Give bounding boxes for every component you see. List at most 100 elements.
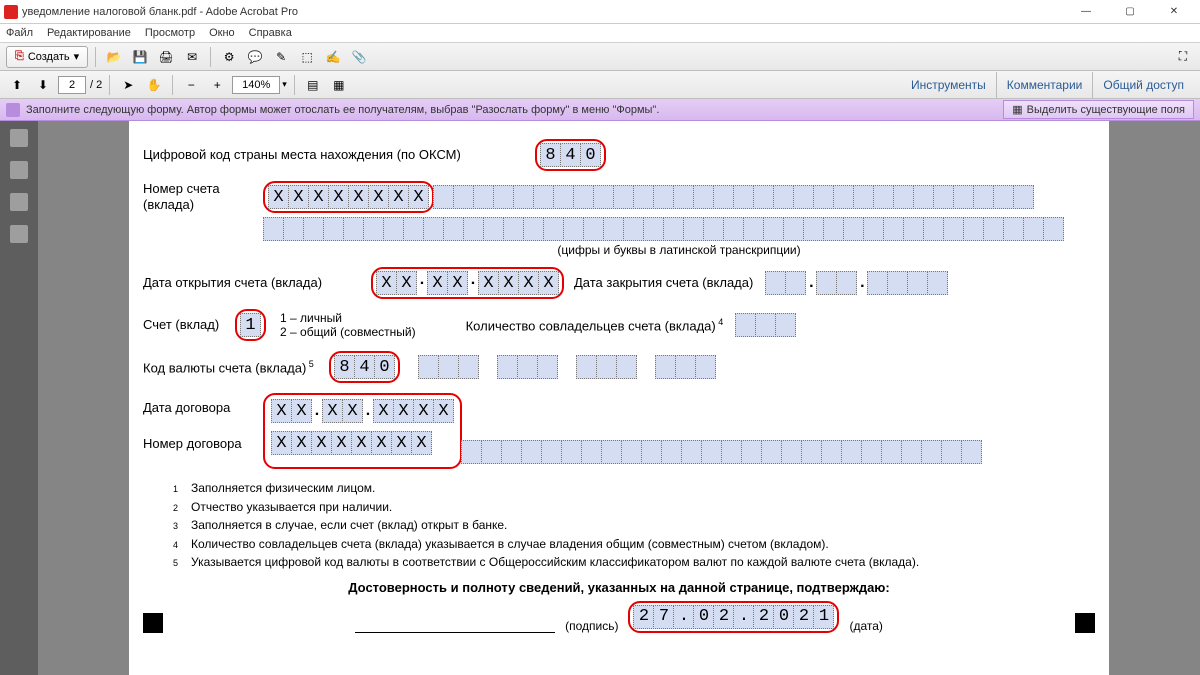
black-marker-left — [143, 613, 163, 633]
create-label: Создать — [28, 51, 70, 63]
close-date-year[interactable] — [867, 271, 948, 295]
create-button[interactable]: ⎘ Создать ▾ — [6, 46, 88, 68]
page-input[interactable] — [58, 76, 86, 94]
zoom-input[interactable] — [232, 76, 280, 94]
minimize-button[interactable]: — — [1064, 1, 1108, 23]
close-date-day[interactable] — [765, 271, 806, 295]
date-highlight: 27.02.2021 — [628, 601, 839, 633]
account-hint: (цифры и буквы в латинской транскрипции) — [263, 243, 1095, 257]
type-hints: 1 – личный 2 – общий (совместный) — [280, 311, 416, 340]
gear-icon[interactable]: ⚙ — [218, 46, 240, 68]
zoom-out-icon[interactable]: − — [180, 74, 202, 96]
open-date-month[interactable]: XX — [427, 271, 468, 295]
fit-page-icon[interactable]: ▤ — [302, 74, 324, 96]
contract-date-month[interactable]: XX — [322, 399, 363, 423]
open-date-day[interactable]: XX — [376, 271, 417, 295]
account-field-tail[interactable] — [433, 185, 1034, 209]
attachments-icon[interactable] — [10, 193, 28, 211]
type-hint-2: 2 – общий (совместный) — [280, 325, 416, 339]
country-code-highlight: 840 — [535, 139, 606, 171]
select-icon[interactable]: ➤ — [117, 74, 139, 96]
signatures-icon[interactable] — [10, 225, 28, 243]
open-date-year[interactable]: XXXX — [478, 271, 559, 295]
account-label: Номер счета (вклада) — [143, 181, 263, 212]
type-field[interactable]: 1 — [240, 313, 261, 337]
footnote-4: Количество совладельцев счета (вклада) у… — [191, 535, 829, 554]
contract-date-day[interactable]: XX — [271, 399, 312, 423]
comment-icon[interactable]: 💬 — [244, 46, 266, 68]
tab-tools[interactable]: Инструменты — [901, 72, 996, 98]
signature-row: (подпись) 27.02.2021 (дата) — [143, 601, 1095, 633]
contract-num-tail[interactable] — [461, 440, 982, 464]
menu-edit[interactable]: Редактирование — [47, 27, 131, 39]
signature-icon[interactable]: ✍ — [322, 46, 344, 68]
close-date-month[interactable] — [816, 271, 857, 295]
menu-help[interactable]: Справка — [249, 27, 292, 39]
currency-field4[interactable] — [576, 355, 637, 379]
footnote-1: Заполняется физическим лицом. — [191, 479, 375, 498]
mail-icon[interactable]: ✉ — [181, 46, 203, 68]
signature-date-field[interactable]: 27.02.2021 — [633, 605, 834, 629]
form-info-bar: Заполните следующую форму. Автор формы м… — [0, 99, 1200, 121]
window-title: уведомление налоговой бланк.pdf - Adobe … — [22, 6, 1064, 18]
toolbar: ⎘ Создать ▾ 📂 💾 🖨 ✉ ⚙ 💬 ✎ ⬚ ✍ 📎 ⛶ — [0, 43, 1200, 71]
menu-window[interactable]: Окно — [209, 27, 235, 39]
save-icon[interactable]: 💾 — [129, 46, 151, 68]
currency-field2[interactable] — [418, 355, 479, 379]
highlight-label: Выделить существующие поля — [1027, 104, 1185, 116]
nav-up-icon[interactable]: ⬆ — [6, 74, 28, 96]
account-field-row2[interactable] — [263, 217, 1064, 241]
close-date-label: Дата закрытия счета (вклада) — [574, 275, 753, 291]
print-icon[interactable]: 🖨 — [155, 46, 177, 68]
form-info-icon — [6, 103, 20, 117]
fit-width-icon[interactable]: ▦ — [328, 74, 350, 96]
footnote-5: Указывается цифровой код валюты в соотве… — [191, 553, 919, 572]
hand-icon[interactable]: ✋ — [143, 74, 165, 96]
pdf-page: Цифровой код страны места нахождения (по… — [129, 121, 1109, 675]
app-icon — [4, 5, 18, 19]
zoom-dropdown-icon[interactable]: ▾ — [282, 79, 287, 90]
highlight-fields-button[interactable]: ▦ Выделить существующие поля — [1003, 100, 1194, 119]
open-icon[interactable]: 📂 — [103, 46, 125, 68]
account-field[interactable]: XXXXXXXX — [268, 185, 429, 209]
currency-field[interactable]: 840 — [334, 355, 395, 379]
fullscreen-icon[interactable]: ⛶ — [1172, 46, 1194, 68]
stamp-icon[interactable]: ⬚ — [296, 46, 318, 68]
contract-num-label: Номер договора — [143, 436, 263, 452]
country-code-field[interactable]: 840 — [540, 143, 601, 167]
thumbnails-icon[interactable] — [10, 129, 28, 147]
titlebar: уведомление налоговой бланк.pdf - Adobe … — [0, 0, 1200, 24]
currency-field5[interactable] — [655, 355, 716, 379]
highlight-icon[interactable]: ✎ — [270, 46, 292, 68]
form-info-text: Заполните следующую форму. Автор формы м… — [26, 104, 659, 116]
currency-label: Код валюты счета (вклада) 5 — [143, 359, 329, 376]
attach-icon[interactable]: 📎 — [348, 46, 370, 68]
currency-highlight: 840 — [329, 351, 400, 383]
account-highlight: XXXXXXXX — [263, 181, 434, 213]
dropdown-icon: ▾ — [74, 50, 80, 63]
currency-field3[interactable] — [497, 355, 558, 379]
document-canvas[interactable]: Цифровой код страны места нахождения (по… — [38, 121, 1200, 675]
tab-share[interactable]: Общий доступ — [1092, 72, 1194, 98]
black-marker-right — [1075, 613, 1095, 633]
close-button[interactable]: ✕ — [1152, 1, 1196, 23]
menu-view[interactable]: Просмотр — [145, 27, 195, 39]
contract-num-field[interactable]: XXXXXXXX — [271, 431, 432, 455]
contract-highlight: XX. XX. XXXX XXXXXXXX — [263, 393, 462, 469]
nav-down-icon[interactable]: ⬇ — [32, 74, 54, 96]
menu-file[interactable]: Файл — [6, 27, 33, 39]
coowners-field[interactable] — [735, 313, 796, 337]
footnote-2: Отчество указывается при наличии. — [191, 498, 392, 517]
zoom-in-icon[interactable]: + — [206, 74, 228, 96]
window-buttons: — ▢ ✕ — [1064, 1, 1196, 23]
contract-date-year[interactable]: XXXX — [373, 399, 454, 423]
open-date-highlight: XX. XX. XXXX — [371, 267, 564, 299]
bookmarks-icon[interactable] — [10, 161, 28, 179]
tab-comments[interactable]: Комментарии — [996, 72, 1093, 98]
contract-date-label: Дата договора — [143, 400, 263, 416]
signature-line[interactable] — [355, 615, 555, 633]
maximize-button[interactable]: ▢ — [1108, 1, 1152, 23]
signature-label: (подпись) — [565, 619, 618, 633]
type-highlight: 1 — [235, 309, 266, 341]
highlight-icon2: ▦ — [1012, 103, 1022, 116]
